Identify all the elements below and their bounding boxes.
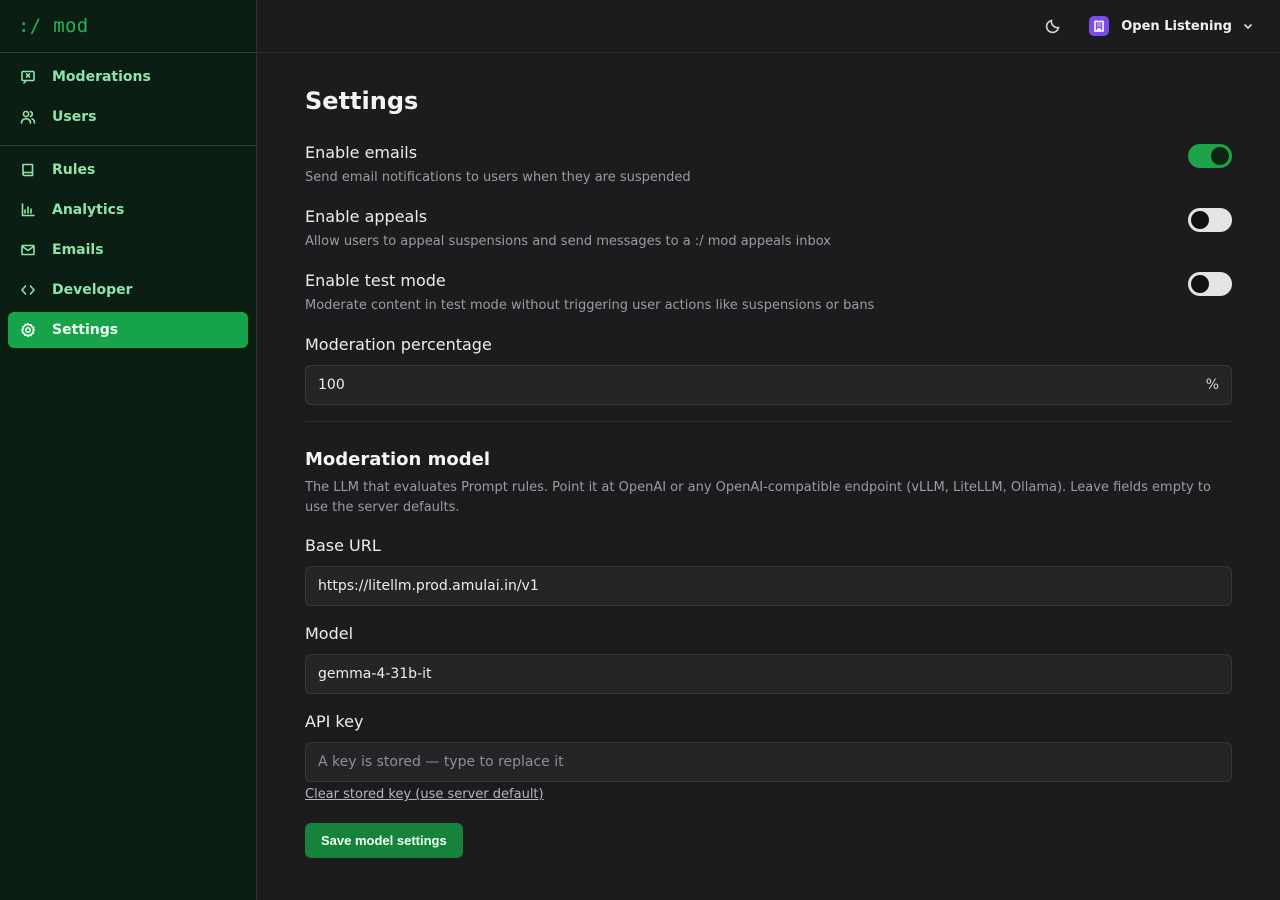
mail-icon (20, 242, 36, 258)
nav-group-secondary: Rules Analytics Emails Developer Setting… (0, 146, 256, 358)
book-icon (20, 162, 36, 178)
building-icon (1093, 20, 1105, 32)
sidebar-item-label: Analytics (52, 202, 125, 218)
sidebar-item-users[interactable]: Users (8, 99, 248, 135)
sidebar-item-label: Rules (52, 162, 96, 178)
topbar: Open Listening (257, 0, 1280, 53)
sidebar-item-emails[interactable]: Emails (8, 232, 248, 268)
sidebar-item-label: Developer (52, 282, 133, 298)
sidebar-item-settings[interactable]: Settings (8, 312, 248, 348)
sidebar-item-analytics[interactable]: Analytics (8, 192, 248, 228)
enable-appeals-toggle[interactable] (1188, 208, 1232, 232)
app-logo[interactable]: :/ mod (0, 0, 256, 53)
input-value: https://litellm.prod.amulai.in/v1 (318, 578, 539, 594)
percent-suffix: % (1205, 377, 1219, 393)
setting-desc: Moderate content in test mode without tr… (305, 298, 875, 313)
setting-title: Enable appeals (305, 207, 428, 226)
code-icon (20, 282, 36, 298)
clear-stored-key-link[interactable]: Clear stored key (use server default) (305, 787, 544, 802)
gear-icon (20, 322, 36, 338)
moon-icon (1045, 18, 1061, 34)
workspace-name: Open Listening (1121, 18, 1232, 34)
moderation-model-desc: The LLM that evaluates Prompt rules. Poi… (305, 480, 1211, 515)
page-title: Settings (305, 87, 419, 115)
base-url-input[interactable]: https://litellm.prod.amulai.in/v1 (305, 566, 1232, 606)
workspace-switcher[interactable]: Open Listening (1089, 16, 1254, 36)
sidebar-item-developer[interactable]: Developer (8, 272, 248, 308)
model-label: Model (305, 624, 354, 643)
save-model-settings-button[interactable]: Save model settings (305, 823, 463, 858)
moderation-model-title: Moderation model (305, 449, 491, 470)
chevron-down-icon (1242, 17, 1254, 36)
nav-group-primary: Moderations Users (0, 53, 256, 146)
section-divider (305, 421, 1232, 422)
toggle-knob (1191, 211, 1209, 229)
model-input[interactable]: gemma-4-31b-it (305, 654, 1232, 694)
toggle-knob (1191, 275, 1209, 293)
moderation-percentage-label: Moderation percentage (305, 335, 492, 354)
setting-enable-appeals: Enable appeals Allow users to appeal sus… (305, 207, 1232, 249)
input-value: gemma-4-31b-it (318, 666, 432, 682)
sidebar-item-label: Users (52, 109, 97, 125)
setting-title: Enable emails (305, 143, 418, 162)
setting-desc: Allow users to appeal suspensions and se… (305, 234, 832, 249)
users-icon (20, 109, 36, 125)
theme-toggle-button[interactable] (1043, 16, 1063, 36)
workspace-avatar (1089, 16, 1110, 36)
chart-icon (20, 202, 36, 218)
sidebar-item-label: Emails (52, 242, 104, 258)
sidebar-item-rules[interactable]: Rules (8, 152, 248, 188)
setting-title: Enable test mode (305, 271, 446, 290)
toggle-knob (1211, 147, 1229, 165)
enable-emails-toggle[interactable] (1188, 144, 1232, 168)
sidebar-item-moderations[interactable]: Moderations (8, 59, 248, 95)
sidebar-item-label: Moderations (52, 69, 151, 85)
sidebar: :/ mod Moderations Users Rules Analytics (0, 0, 257, 900)
moderation-percentage-input[interactable]: 100 % (305, 365, 1232, 405)
sidebar-item-label: Settings (52, 322, 119, 338)
setting-enable-emails: Enable emails Send email notifications t… (305, 143, 1232, 185)
api-key-input[interactable]: A key is stored — type to replace it (305, 742, 1232, 782)
input-placeholder: A key is stored — type to replace it (318, 754, 564, 770)
base-url-label: Base URL (305, 536, 381, 555)
api-key-label: API key (305, 712, 364, 731)
enable-test-mode-toggle[interactable] (1188, 272, 1232, 296)
input-value: 100 (318, 377, 345, 393)
setting-desc: Send email notifications to users when t… (305, 170, 691, 185)
setting-enable-test-mode: Enable test mode Moderate content in tes… (305, 271, 1232, 313)
flag-message-icon (20, 69, 36, 85)
